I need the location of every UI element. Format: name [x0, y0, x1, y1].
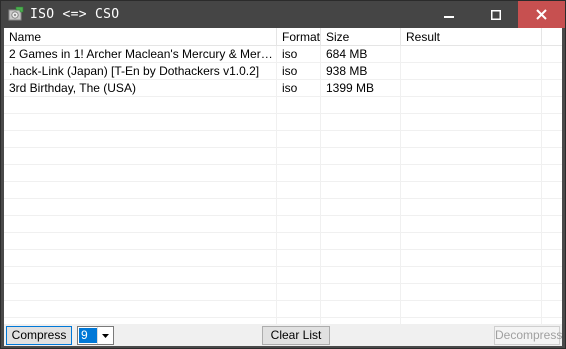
column-header-format[interactable]: Format	[277, 28, 321, 46]
list-header: Name Format Size Result	[4, 28, 562, 46]
title-bar[interactable]: ISO <=> CSO	[1, 1, 565, 28]
table-row[interactable]: 2 Games in 1! Archer Maclean's Mercury &…	[4, 46, 562, 63]
empty-row	[4, 284, 562, 301]
compression-level-select[interactable]: 9	[77, 326, 114, 345]
cell-format: iso	[282, 64, 298, 78]
empty-row	[4, 216, 562, 233]
column-header-size[interactable]: Size	[321, 28, 401, 46]
close-button[interactable]	[518, 1, 565, 28]
empty-row	[4, 267, 562, 284]
cell-size: 938 MB	[326, 64, 368, 78]
empty-row	[4, 182, 562, 199]
app-window: ISO <=> CSO Name Format Size Result 2 Ga…	[0, 0, 566, 349]
close-icon	[536, 9, 547, 20]
compress-button[interactable]: Compress	[6, 326, 72, 345]
file-list[interactable]: Name Format Size Result 2 Games in 1! Ar…	[4, 28, 562, 324]
empty-row	[4, 233, 562, 250]
decompress-button[interactable]: Decompress	[494, 326, 562, 345]
clear-list-button[interactable]: Clear List	[262, 326, 330, 345]
client-area: Name Format Size Result 2 Games in 1! Ar…	[4, 28, 562, 346]
empty-row	[4, 301, 562, 318]
column-header-result[interactable]: Result	[401, 28, 542, 46]
cell-name: 3rd Birthday, The (USA)	[9, 81, 136, 95]
empty-row	[4, 165, 562, 182]
cell-name: 2 Games in 1! Archer Maclean's Mercury &…	[9, 47, 276, 61]
empty-row	[4, 131, 562, 148]
cell-name: .hack-Link (Japan) [T-En by Dothackers v…	[9, 64, 260, 78]
disc-app-icon	[8, 6, 24, 22]
cell-result	[401, 46, 541, 63]
window-title: ISO <=> CSO	[30, 7, 120, 22]
maximize-icon	[490, 9, 501, 20]
cell-result	[401, 63, 541, 80]
table-row[interactable]: .hack-Link (Japan) [T-En by Dothackers v…	[4, 63, 562, 80]
cell-format: iso	[282, 81, 298, 95]
cell-size: 684 MB	[326, 47, 368, 61]
column-header-name[interactable]: Name	[4, 28, 277, 46]
minimize-icon	[443, 15, 454, 18]
empty-row	[4, 97, 562, 114]
cell-size: 1399 MB	[326, 81, 375, 95]
chevron-down-icon[interactable]	[97, 327, 113, 344]
table-row[interactable]: 3rd Birthday, The (USA) iso 1399 MB	[4, 80, 562, 97]
compression-level-value: 9	[79, 328, 97, 343]
empty-row	[4, 250, 562, 267]
bottom-toolbar: Compress 9 Clear List Decompress	[4, 324, 562, 346]
empty-row	[4, 114, 562, 131]
minimize-button[interactable]	[425, 1, 472, 28]
list-body: 2 Games in 1! Archer Maclean's Mercury &…	[4, 46, 562, 324]
cell-format: iso	[282, 47, 298, 61]
empty-row	[4, 199, 562, 216]
maximize-button[interactable]	[472, 1, 519, 28]
empty-row	[4, 148, 562, 165]
cell-result	[401, 80, 541, 97]
